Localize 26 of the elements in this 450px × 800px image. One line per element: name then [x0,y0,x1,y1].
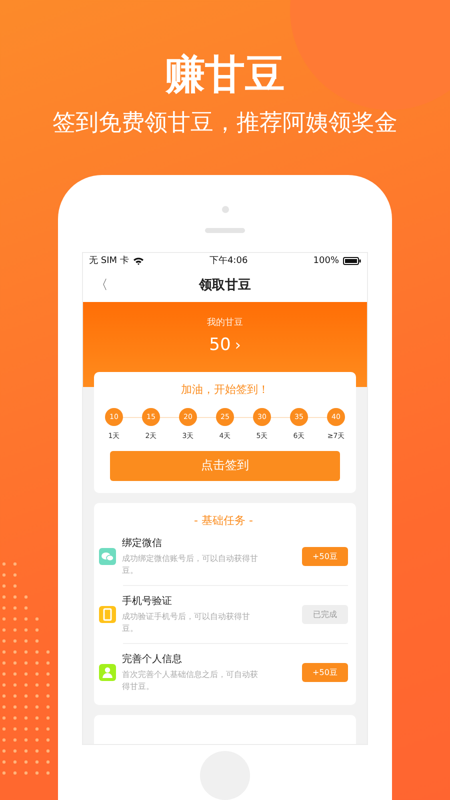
camera-dot [222,206,228,213]
task-description: 成功绑定微信账号后，可以自动获得甘豆。 [122,552,259,577]
promo-subtitle: 签到免费领甘豆，推荐阿姨领奖金 [52,109,398,138]
balance-value[interactable]: 50 [209,334,231,355]
status-time: 下午4:06 [209,254,248,268]
back-button[interactable]: 〈 [95,276,108,294]
page-title: 领取甘豆 [199,277,251,294]
task-description: 成功验证手机号后，可以自动获得甘豆。 [122,610,251,635]
balance-label: 我的甘豆 [207,316,243,329]
speaker-slot [205,228,245,233]
checkin-button[interactable]: 点击签到 [110,450,340,481]
task-name: 手机号验证 [122,594,173,608]
carrier-text: 无 SIM 卡 [89,254,129,268]
wifi-icon [132,256,144,265]
battery-percent: 100% [313,256,339,266]
section-title: - 基础任务 - [193,512,254,528]
battery-icon [343,256,361,265]
reward-button[interactable]: +50豆 [302,546,348,566]
task-name: 完善个人信息 [122,652,183,666]
reward-button[interactable]: +50豆 [302,662,348,682]
chevron-icon[interactable]: › [234,336,241,354]
promo-title: 赚甘豆 [164,52,286,98]
task-description: 首次完善个人基础信息之后，可自动获得甘豆。 [122,668,259,693]
checkin-title: 加油，开始签到！ [181,382,269,397]
reward-button[interactable]: 已完成 [302,604,348,624]
task-name: 绑定微信 [122,536,163,550]
